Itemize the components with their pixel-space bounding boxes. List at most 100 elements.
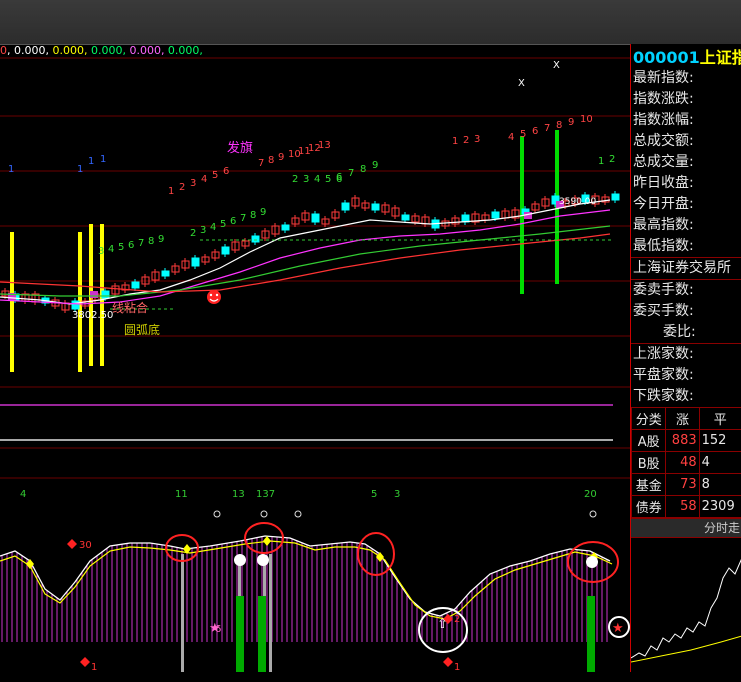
blue-tick-marks: 1111 [8, 154, 106, 175]
seq-number: 2 [609, 154, 615, 165]
stock-name: 上证指 [700, 48, 741, 67]
seq-number: 2 [463, 135, 469, 146]
seq-number: 4 [508, 132, 514, 143]
row-open: 今日开盘: [631, 194, 741, 215]
intraday-chart-header[interactable]: 分时走 [631, 518, 741, 538]
grid [0, 58, 630, 478]
seq-number: 4 [314, 174, 320, 185]
count-g: 20 [584, 489, 597, 500]
price-label-3802: 3802.50 [72, 310, 113, 321]
candle-body [612, 194, 619, 200]
row-prev-close: 昨日收盘: [631, 173, 741, 194]
magenta-marker [90, 291, 98, 298]
table-row[interactable]: B股 48 4 [632, 452, 741, 474]
count-f: 3 [394, 489, 400, 500]
candle-body [222, 247, 229, 254]
window-toolbar [0, 0, 741, 45]
col-flat: 平 [699, 408, 741, 430]
seq-number: 2 [190, 228, 196, 239]
table-row[interactable]: 基金 73 8 [632, 474, 741, 496]
seq-number: 7 [544, 123, 550, 134]
ma-v4: 0.000, [126, 44, 164, 57]
seq-number: 8 [556, 120, 562, 131]
seq-number: 7 [348, 168, 354, 179]
table-row[interactable]: A股 883 152 [632, 430, 741, 452]
row-bid-lots: 委买手数: [631, 301, 741, 322]
svg-text:1: 1 [100, 154, 106, 165]
row-change: 指数涨跌: [631, 89, 741, 110]
row-turnover: 总成交额: [631, 131, 741, 152]
cell-flat: 8 [699, 474, 741, 496]
cell-up: 58 [666, 496, 699, 518]
candle-body [252, 236, 259, 242]
seq-number: 8 [148, 236, 154, 247]
cell-up: 73 [666, 474, 699, 496]
marker-1b: 1 [454, 662, 460, 672]
seq-number: 6 [128, 240, 134, 251]
candle-body [132, 282, 139, 288]
marker-2: 2 [454, 614, 460, 625]
table-row[interactable]: 债券 58 2309 [632, 496, 741, 518]
stock-code[interactable]: 000001上证指 [633, 44, 741, 68]
intraday-mini-chart[interactable] [631, 538, 741, 678]
seq-number: 13 [318, 140, 331, 151]
seq-number: 1 [168, 186, 174, 197]
candle-body [282, 225, 289, 230]
price-label-3590: 3590.00 [559, 197, 596, 207]
seq-number: 5 [212, 170, 218, 181]
smiley-icon [207, 290, 221, 304]
candles [2, 191, 619, 313]
marker-6: 6 [215, 624, 221, 635]
seq-number: 10 [580, 114, 593, 125]
ma-v1: , 0.000, [7, 44, 49, 57]
candle-body [342, 203, 349, 210]
candle-body [372, 204, 379, 210]
candle-body [312, 214, 319, 222]
cell-category: 债券 [632, 496, 666, 518]
cell-category: B股 [632, 452, 666, 474]
small-target-icons [214, 511, 596, 517]
cell-flat: 152 [699, 430, 741, 452]
seq-number: 4 [108, 244, 114, 255]
candle-body [102, 291, 109, 298]
up-arrow-icon: ⇧ [437, 617, 448, 632]
marker-30: 30 [79, 540, 92, 551]
stock-code-text: 000001 [633, 48, 700, 67]
seq-number: 1 [598, 156, 604, 167]
seq-number: 4 [201, 174, 207, 185]
row-advancers: 上涨家数: [631, 343, 741, 365]
ma-v3: 0.000, [87, 44, 125, 57]
count-d: 137 [256, 489, 275, 500]
seq-number: 8 [268, 155, 274, 166]
red-star-icon: ★ [612, 621, 624, 636]
col-category: 分类 [632, 408, 666, 430]
seq-number: 5 [118, 242, 124, 253]
seq-number: 6 [336, 172, 342, 183]
oscillator-fill [2, 536, 607, 642]
seq-number: 8 [250, 210, 256, 221]
seq-number: 6 [230, 216, 236, 227]
seq-number: 5 [220, 219, 226, 230]
candle-body [192, 258, 199, 266]
yuan-hu-di-label: 圆弧底 [124, 322, 160, 337]
seq-number: 1 [452, 136, 458, 147]
seq-number: 7 [138, 238, 144, 249]
seq-number: 9 [260, 207, 266, 218]
candle-body [162, 271, 169, 276]
sequence-numbers: 3456789234567891234567891011121323456678… [98, 114, 615, 257]
kline-chart-area[interactable]: 0, 0.000, 0.000, 0.000, 0.000, 0.000, 发旗… [0, 44, 630, 672]
seq-number: 9 [158, 234, 164, 245]
seq-number: 3 [474, 134, 480, 145]
seq-number: 4 [210, 222, 216, 233]
seq-number: 5 [325, 174, 331, 185]
x-mark-1: X [518, 78, 525, 89]
marker-1a: 1 [91, 662, 97, 672]
fa-qi-label: 发旗 [227, 140, 253, 156]
cell-flat: 4 [699, 452, 741, 474]
count-b: 11 [175, 489, 188, 500]
cell-up: 48 [666, 452, 699, 474]
row-latest: 最新指数: [631, 68, 741, 89]
col-up: 涨 [666, 408, 699, 430]
cell-flat: 2309 [699, 496, 741, 518]
row-decliners: 下跌家数: [631, 386, 741, 407]
